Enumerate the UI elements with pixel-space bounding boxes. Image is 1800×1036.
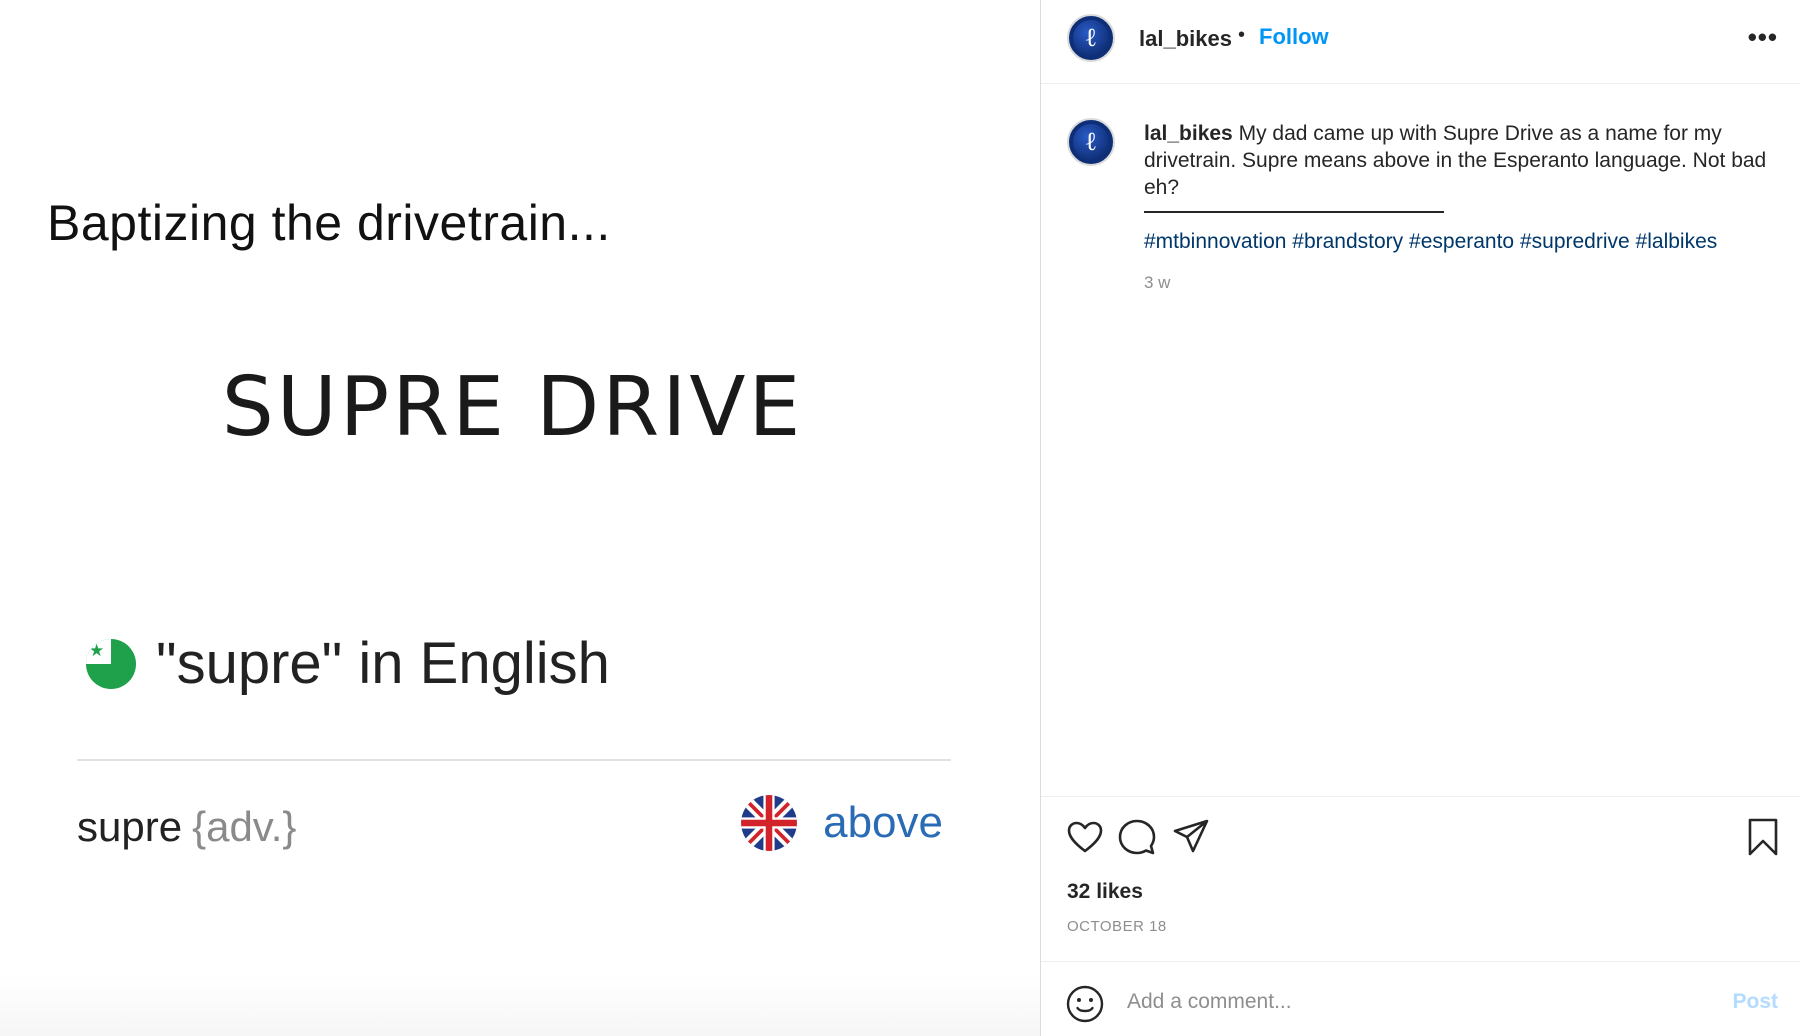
caption-timestamp[interactable]: 3 w <box>1144 269 1774 296</box>
avatar[interactable]: ℓ <box>1067 14 1115 62</box>
esperanto-flag-icon: ★ <box>86 638 136 689</box>
caption-username[interactable]: lal_bikes <box>1144 122 1233 145</box>
comment-icon[interactable] <box>1117 817 1157 857</box>
hashtag-link[interactable]: #lalbikes <box>1636 230 1718 253</box>
post-sidebar: ℓ lal_bikes • Follow ••• ℓ lal_bikes My … <box>1040 0 1800 1036</box>
caption-body: lal_bikes My dad came up with Supre Driv… <box>1144 120 1774 296</box>
post-button[interactable]: Post <box>1732 990 1778 1014</box>
uk-flag-icon <box>741 795 798 851</box>
comment-input[interactable] <box>1127 981 1707 1023</box>
esperanto-line: "supre" in English <box>156 631 610 696</box>
post-image: Baptizing the drivetrain... SUPRE DRIVE … <box>0 0 1040 1036</box>
hashtag-list: #mtbinnovation #brandstory #esperanto #s… <box>1144 228 1774 255</box>
follow-button[interactable]: Follow <box>1259 24 1329 50</box>
hashtag-link[interactable]: #mtbinnovation <box>1144 230 1286 253</box>
hashtag-link[interactable]: #esperanto <box>1409 230 1514 253</box>
image-heading: Baptizing the drivetrain... <box>47 195 611 251</box>
separator-dot: • <box>1238 24 1246 46</box>
image-title: SUPRE DRIVE <box>221 360 804 455</box>
dictionary-word: supre {adv.} <box>77 803 296 851</box>
bookmark-icon[interactable] <box>1743 817 1783 857</box>
caption-divider <box>1144 211 1444 213</box>
esperanto-row: ★ "supre" in English <box>86 630 610 697</box>
share-icon[interactable] <box>1171 817 1211 857</box>
likes-count[interactable]: 32 likes <box>1067 880 1143 904</box>
caption-avatar[interactable]: ℓ <box>1067 118 1115 166</box>
translation-text: above <box>823 798 943 847</box>
emoji-icon[interactable] <box>1065 984 1105 1024</box>
more-options-icon[interactable]: ••• <box>1748 22 1778 53</box>
post-date: OCTOBER 18 <box>1067 918 1167 935</box>
hashtag-link[interactable]: #brandstory <box>1292 230 1403 253</box>
post-header: ℓ lal_bikes • Follow ••• <box>1041 0 1800 84</box>
action-bar <box>1041 796 1800 868</box>
heart-icon[interactable] <box>1065 817 1105 857</box>
comment-bar: Post <box>1041 961 1800 1036</box>
part-of-speech: {adv.} <box>192 803 297 850</box>
translation-row: above <box>741 795 943 851</box>
image-divider <box>77 759 951 761</box>
hashtag-link[interactable]: #supredrive <box>1520 230 1630 253</box>
caption-text: My dad came up with Supre Drive as a nam… <box>1144 122 1767 199</box>
header-username[interactable]: lal_bikes <box>1139 26 1232 52</box>
dictionary-word-text: supre <box>77 803 183 850</box>
